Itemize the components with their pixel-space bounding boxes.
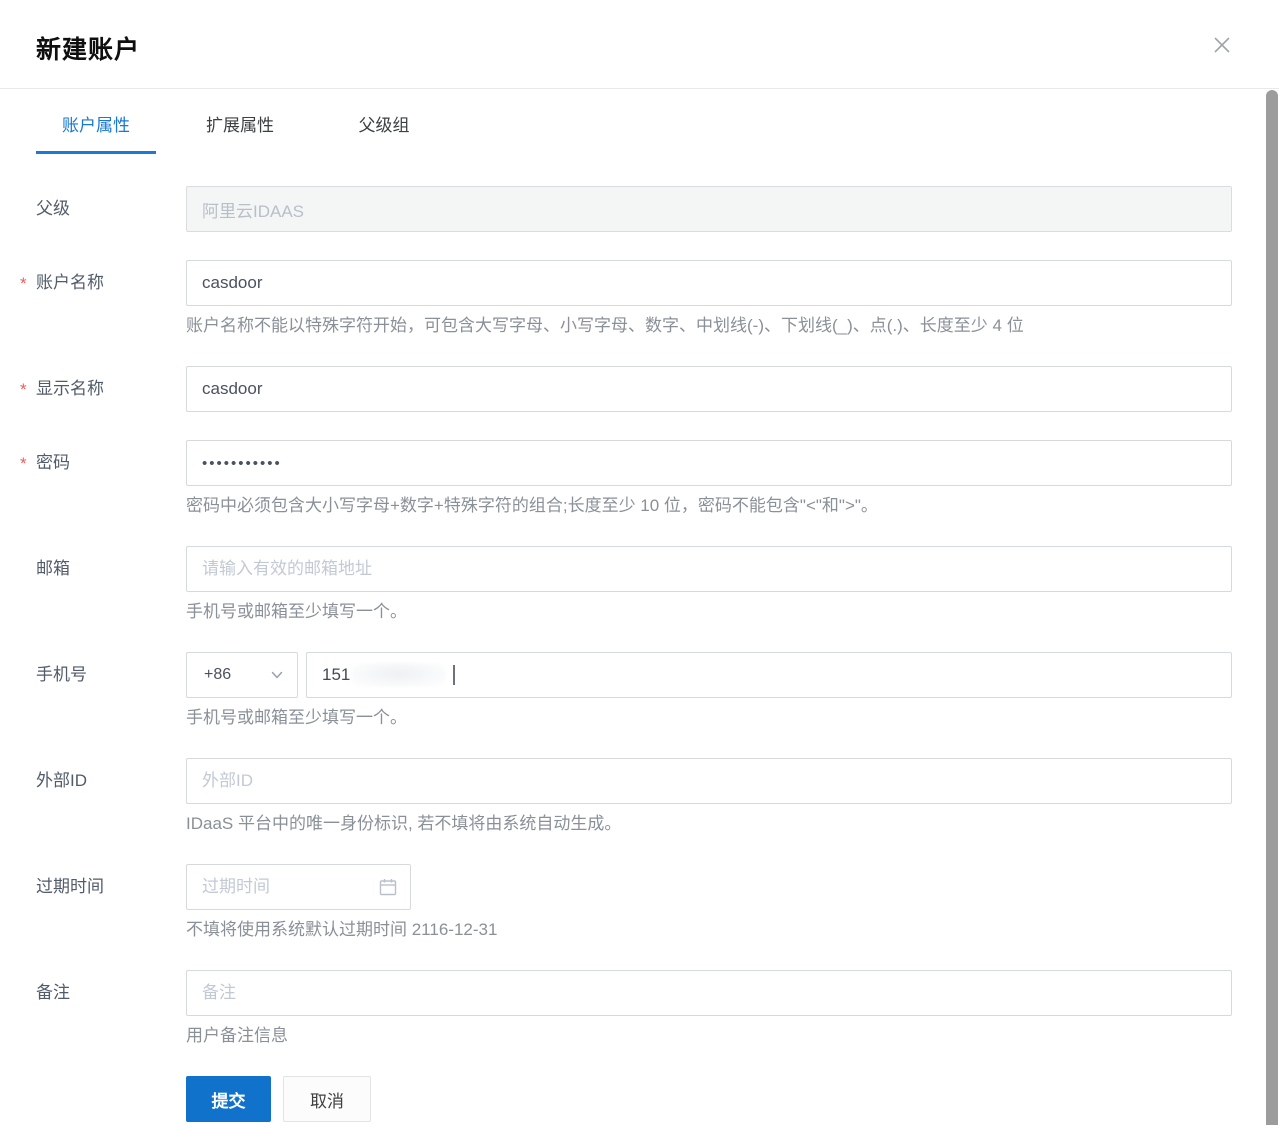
tab-extended-properties[interactable]: 扩展属性 [180, 115, 300, 154]
external-id-helper: IDaaS 平台中的唯一身份标识, 若不填将由系统自动生成。 [186, 812, 1232, 836]
expiry-label: 过期时间 [36, 864, 186, 942]
phone-number-input[interactable]: 151 [306, 652, 1232, 698]
parent-row: 父级 [36, 186, 1232, 232]
modal-header: 新建账户 [0, 0, 1279, 89]
email-row: 邮箱 手机号或邮箱至少填写一个。 [36, 546, 1232, 624]
tab-bar: 账户属性 扩展属性 父级组 [36, 115, 1232, 154]
password-input[interactable] [186, 440, 1232, 486]
close-icon[interactable] [1210, 34, 1234, 58]
phone-number-visible: 151 [322, 665, 350, 685]
modal-title: 新建账户 [36, 30, 1232, 66]
account-name-helper: 账户名称不能以特殊字符开始，可包含大写字母、小写字母、数字、中划线(-)、下划线… [186, 314, 1232, 338]
phone-label: 手机号 [36, 652, 186, 730]
remark-helper: 用户备注信息 [186, 1024, 1232, 1048]
external-id-label: 外部ID [36, 758, 186, 836]
required-mark: * [20, 261, 27, 307]
account-name-label: *账户名称 [36, 260, 186, 338]
vertical-scrollbar-thumb[interactable] [1266, 90, 1278, 1125]
required-mark: * [20, 367, 27, 413]
account-name-row: *账户名称 账户名称不能以特殊字符开始，可包含大写字母、小写字母、数字、中划线(… [36, 260, 1232, 338]
email-helper: 手机号或邮箱至少填写一个。 [186, 600, 1232, 624]
display-name-row: *显示名称 [36, 366, 1232, 412]
account-name-input[interactable] [186, 260, 1232, 306]
display-name-label: *显示名称 [36, 366, 186, 412]
country-code-value: +86 [204, 666, 231, 684]
expiry-date-picker[interactable] [186, 864, 411, 910]
chevron-down-icon [270, 668, 284, 682]
parent-input [186, 186, 1232, 232]
parent-label: 父级 [36, 186, 186, 232]
password-label: *密码 [36, 440, 186, 518]
form-actions: 提交 取消 [36, 1076, 1232, 1122]
cancel-button[interactable]: 取消 [283, 1076, 371, 1122]
country-code-select[interactable]: +86 [186, 652, 298, 698]
expiry-date-input[interactable] [186, 864, 411, 910]
remark-label: 备注 [36, 970, 186, 1048]
expiry-row: 过期时间 不填将使用系统默认过期时间 2116-12-31 [36, 864, 1232, 942]
password-helper: 密码中必须包含大小写字母+数字+特殊字符的组合;长度至少 10 位，密码不能包含… [186, 494, 1232, 518]
phone-helper: 手机号或邮箱至少填写一个。 [186, 706, 1232, 730]
email-label: 邮箱 [36, 546, 186, 624]
expiry-helper: 不填将使用系统默认过期时间 2116-12-31 [186, 918, 1232, 942]
tab-account-properties[interactable]: 账户属性 [36, 115, 156, 154]
external-id-row: 外部ID IDaaS 平台中的唯一身份标识, 若不填将由系统自动生成。 [36, 758, 1232, 836]
phone-number-redaction-blur [351, 663, 446, 687]
remark-input[interactable] [186, 970, 1232, 1016]
required-mark: * [20, 441, 27, 487]
display-name-input[interactable] [186, 366, 1232, 412]
submit-button[interactable]: 提交 [186, 1076, 271, 1122]
phone-number-redaction-tail [453, 665, 455, 685]
account-form: 父级 *账户名称 账户名称不能以特殊字符开始，可包含大写字母、小写字母、数字、中… [0, 186, 1279, 1122]
phone-row: 手机号 +86 151 手机号或邮箱至少填写一个。 [36, 652, 1232, 730]
password-row: *密码 密码中必须包含大小写字母+数字+特殊字符的组合;长度至少 10 位，密码… [36, 440, 1232, 518]
tab-parent-group[interactable]: 父级组 [324, 115, 444, 154]
email-input[interactable] [186, 546, 1232, 592]
external-id-input[interactable] [186, 758, 1232, 804]
remark-row: 备注 用户备注信息 [36, 970, 1232, 1048]
